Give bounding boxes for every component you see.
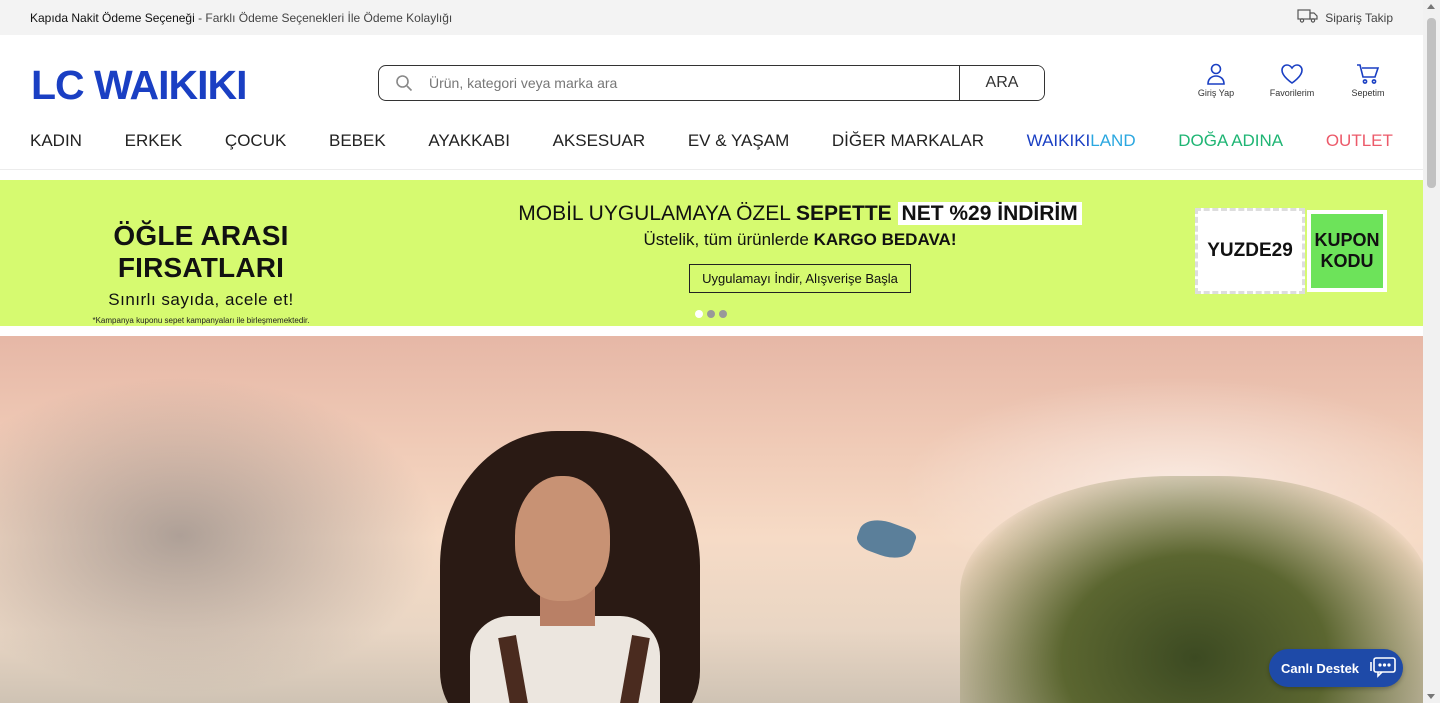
promo-rest-text: - Farklı Ödeme Seçenekleri İle Ödeme Kol… xyxy=(194,10,453,25)
banner-subheadline: Üstelik, tüm ürünlerde KARGO BEDAVA! xyxy=(470,230,1130,250)
main-nav: KADIN ERKEK ÇOCUK BEBEK AYAKKABI AKSESUA… xyxy=(30,131,1393,151)
hero-model-face xyxy=(515,476,610,601)
top-info-bar: Kapıda Nakit Ödeme Seçeneği - Farklı Öde… xyxy=(0,0,1423,35)
live-support-button[interactable]: Canlı Destek xyxy=(1269,649,1403,687)
login-button[interactable]: Giriş Yap xyxy=(1191,63,1241,98)
waikikiland-part1: WAIKIKI xyxy=(1026,131,1091,150)
banner-title: ÖĞLE ARASI FIRSATLARI xyxy=(113,220,289,283)
banner-left: ÖĞLE ARASI FIRSATLARI Sınırlı sayıda, ac… xyxy=(36,220,366,325)
download-app-button[interactable]: Uygulamayı İndir, Alışverişe Başla xyxy=(689,264,911,293)
truck-icon xyxy=(1297,9,1319,26)
nav-item-diger-markalar[interactable]: DİĞER MARKALAR xyxy=(832,131,984,151)
search-button[interactable]: ARA xyxy=(959,66,1044,100)
login-label: Giriş Yap xyxy=(1197,88,1235,98)
nav-item-waikikiland[interactable]: WAIKIKILAND xyxy=(1027,131,1136,151)
scroll-up-arrow[interactable] xyxy=(1427,4,1435,9)
coupon-label: KUPON KODU xyxy=(1307,210,1387,292)
header-actions: Giriş Yap Favorilerim Sepetim xyxy=(1191,63,1393,98)
page-scrollbar[interactable] xyxy=(1423,0,1440,703)
nav-item-erkek[interactable]: ERKEK xyxy=(125,131,183,151)
banner-note: *Kampanya kuponu sepet kampanyaları ile … xyxy=(92,316,310,325)
order-tracking-link[interactable]: Sipariş Takip xyxy=(1297,9,1393,26)
scroll-thumb[interactable] xyxy=(1427,18,1436,188)
coupon-code: YUZDE29 xyxy=(1195,208,1305,294)
nav-item-ev-yasam[interactable]: EV & YAŞAM xyxy=(688,131,789,151)
carousel-dot-3[interactable] xyxy=(719,310,727,318)
lcw-logo[interactable]: LC WAIKIKI xyxy=(31,65,247,106)
cart-label: Sepetim xyxy=(1351,88,1385,98)
cart-icon xyxy=(1356,63,1380,85)
nav-item-cocuk[interactable]: ÇOCUK xyxy=(225,131,286,151)
banner-headline-a: MOBİL UYGULAMAYA ÖZEL xyxy=(518,202,796,225)
hero-cloud-left xyxy=(0,376,440,696)
promo-bold-text: Kapıda Nakit Ödeme Seçeneği xyxy=(30,10,195,25)
banner-headline-b: SEPETTE xyxy=(796,202,898,225)
heart-icon xyxy=(1280,63,1304,85)
carousel-dots xyxy=(695,310,727,318)
scroll-down-arrow[interactable] xyxy=(1427,694,1435,699)
favorites-label: Favorilerim xyxy=(1269,88,1315,98)
nav-item-kadin[interactable]: KADIN xyxy=(30,131,82,151)
nav-item-aksesuar[interactable]: AKSESUAR xyxy=(553,131,646,151)
nav-item-doga-adina[interactable]: DOĞA ADINA xyxy=(1178,131,1283,151)
nav-item-ayakkabi[interactable]: AYAKKABI xyxy=(428,131,510,151)
coupon-label-line1: KUPON xyxy=(1314,230,1380,250)
nav-item-bebek[interactable]: BEBEK xyxy=(329,131,386,151)
live-support-label: Canlı Destek xyxy=(1281,660,1360,676)
search-icon xyxy=(379,66,429,100)
carousel-dot-1[interactable] xyxy=(695,310,703,318)
banner-center: MOBİL UYGULAMAYA ÖZEL SEPETTE NET %29 İN… xyxy=(470,202,1130,293)
cart-button[interactable]: Sepetim xyxy=(1343,63,1393,98)
promo-banner[interactable]: ÖĞLE ARASI FIRSATLARI Sınırlı sayıda, ac… xyxy=(0,180,1423,326)
search-bar: ARA xyxy=(378,65,1045,101)
nav-item-outlet[interactable]: OUTLET xyxy=(1326,131,1393,151)
coupon-graphic: YUZDE29 KUPON KODU xyxy=(1195,204,1395,300)
banner-discount-highlight: NET %29 İNDİRİM xyxy=(897,202,1082,225)
order-tracking-label: Sipariş Takip xyxy=(1325,10,1393,25)
hero-image[interactable] xyxy=(0,336,1423,703)
payment-promo[interactable]: Kapıda Nakit Ödeme Seçeneği - Farklı Öde… xyxy=(30,11,452,25)
banner-subheadline-a: Üstelik, tüm ürünlerde xyxy=(643,230,814,249)
carousel-dot-2[interactable] xyxy=(707,310,715,318)
waikikiland-part2: LAND xyxy=(1090,131,1136,150)
coupon-label-line2: KODU xyxy=(1320,251,1374,271)
banner-headline: MOBİL UYGULAMAYA ÖZEL SEPETTE NET %29 İN… xyxy=(470,202,1130,226)
banner-free-shipping: KARGO BEDAVA! xyxy=(813,230,957,249)
hero-butterfly xyxy=(853,513,919,565)
favorites-button[interactable]: Favorilerim xyxy=(1267,63,1317,98)
site-header: LC WAIKIKI ARA Giriş Yap Favorilerim Sep… xyxy=(0,35,1423,170)
search-input[interactable] xyxy=(429,66,959,100)
banner-subtitle: Sınırlı sayıda, acele et! xyxy=(108,290,294,309)
user-icon xyxy=(1206,63,1226,85)
chat-icon xyxy=(1369,656,1397,681)
